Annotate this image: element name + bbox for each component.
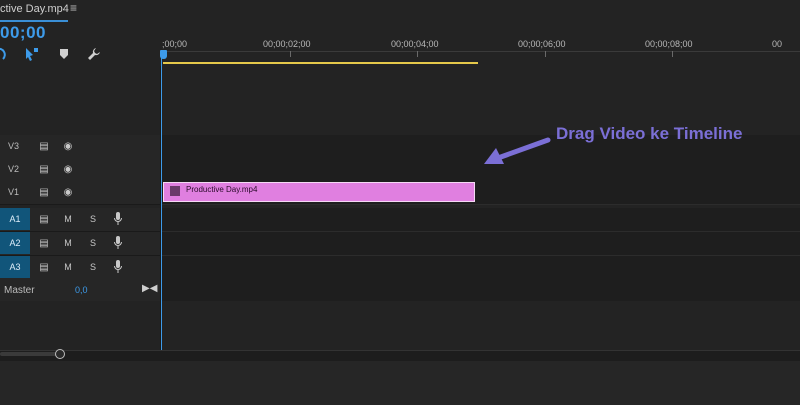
- master-volume-value[interactable]: 0,0: [75, 285, 88, 295]
- playhead-handle[interactable]: [160, 50, 167, 59]
- time-ruler[interactable]: [160, 51, 800, 52]
- track-label[interactable]: A1: [0, 208, 30, 230]
- track-lane-a1[interactable]: [162, 208, 800, 232]
- solo-button[interactable]: S: [86, 236, 100, 250]
- eye-icon[interactable]: ◉: [61, 139, 75, 153]
- ruler-label: 00;00;06;00: [518, 39, 566, 49]
- panel-footer: [0, 361, 800, 405]
- track-lane-a3[interactable]: [162, 256, 800, 280]
- mute-button[interactable]: M: [61, 236, 75, 250]
- microphone-icon[interactable]: [111, 211, 125, 225]
- microphone-icon[interactable]: [111, 235, 125, 249]
- master-track-lane[interactable]: [162, 279, 800, 301]
- nest-toggle-icon[interactable]: [0, 46, 10, 62]
- mute-button[interactable]: M: [61, 260, 75, 274]
- solo-button[interactable]: S: [86, 260, 100, 274]
- horizontal-scrollbar[interactable]: [0, 350, 800, 361]
- track-header-v3: V3 ▤ ◉: [0, 135, 160, 159]
- eye-icon[interactable]: ◉: [61, 162, 75, 176]
- sync-lock-icon[interactable]: ▤: [37, 212, 51, 226]
- sync-lock-icon[interactable]: ▤: [37, 162, 51, 176]
- master-track-header: Master 0,0 ▶◀: [0, 279, 160, 301]
- playhead-line[interactable]: [161, 58, 162, 350]
- snap-icon[interactable]: [24, 46, 40, 62]
- work-area-bar[interactable]: [163, 62, 478, 64]
- ruler-tick: [290, 51, 291, 57]
- mute-button[interactable]: M: [61, 212, 75, 226]
- ruler-label: ;00;00: [162, 39, 188, 49]
- track-label[interactable]: A2: [0, 232, 30, 254]
- ruler-label: 00;00;08;00: [645, 39, 693, 49]
- solo-button[interactable]: S: [86, 212, 100, 226]
- zoom-handle[interactable]: [55, 349, 65, 359]
- ruler-label: 00;00;02;00: [263, 39, 311, 49]
- sync-lock-icon[interactable]: ▤: [37, 139, 51, 153]
- track-header-a3: A3 ▤ M S: [0, 256, 160, 280]
- track-label[interactable]: A3: [0, 256, 30, 278]
- add-marker-icon[interactable]: [56, 46, 72, 62]
- track-header-a2: A2 ▤ M S: [0, 232, 160, 256]
- clip-name: Productive Day.mp4: [186, 185, 258, 194]
- track-label[interactable]: V3: [8, 141, 19, 151]
- sequence-tab-title[interactable]: ctive Day.mp4: [0, 3, 69, 15]
- microphone-icon[interactable]: [111, 259, 125, 273]
- active-tab-indicator: [0, 20, 68, 22]
- track-label[interactable]: V2: [8, 164, 19, 174]
- track-header-v1: V1 ▤ ◉: [0, 181, 160, 205]
- track-lane-a2[interactable]: [162, 232, 800, 256]
- sync-lock-icon[interactable]: ▤: [37, 260, 51, 274]
- scrollbar-thumb[interactable]: [0, 352, 60, 356]
- eye-icon[interactable]: ◉: [61, 185, 75, 199]
- clip-fx-icon: [170, 186, 180, 196]
- ruler-label: 00: [772, 39, 783, 49]
- ruler-tick: [545, 51, 546, 57]
- track-lane-v2[interactable]: [162, 158, 800, 182]
- ruler-tick: [672, 51, 673, 57]
- sync-lock-icon[interactable]: ▤: [37, 185, 51, 199]
- wrench-icon[interactable]: [86, 46, 102, 62]
- video-clip[interactable]: Productive Day.mp4: [163, 182, 475, 202]
- playhead-timecode[interactable]: 00;00: [0, 23, 46, 43]
- track-label[interactable]: V1: [8, 187, 19, 197]
- ruler-label: 00;00;04;00: [391, 39, 439, 49]
- timeline-header: [0, 0, 800, 66]
- track-header-a1: A1 ▤ M S: [0, 208, 160, 232]
- master-label: Master: [4, 285, 35, 296]
- go-to-in-out-icon[interactable]: ▶◀: [142, 283, 157, 294]
- tab-menu-icon[interactable]: ≡: [70, 1, 77, 15]
- track-header-v2: V2 ▤ ◉: [0, 158, 160, 182]
- annotation-text: Drag Video ke Timeline: [556, 124, 743, 143]
- annotation-arrow-icon: [482, 136, 552, 173]
- ruler-tick: [417, 51, 418, 57]
- sync-lock-icon[interactable]: ▤: [37, 236, 51, 250]
